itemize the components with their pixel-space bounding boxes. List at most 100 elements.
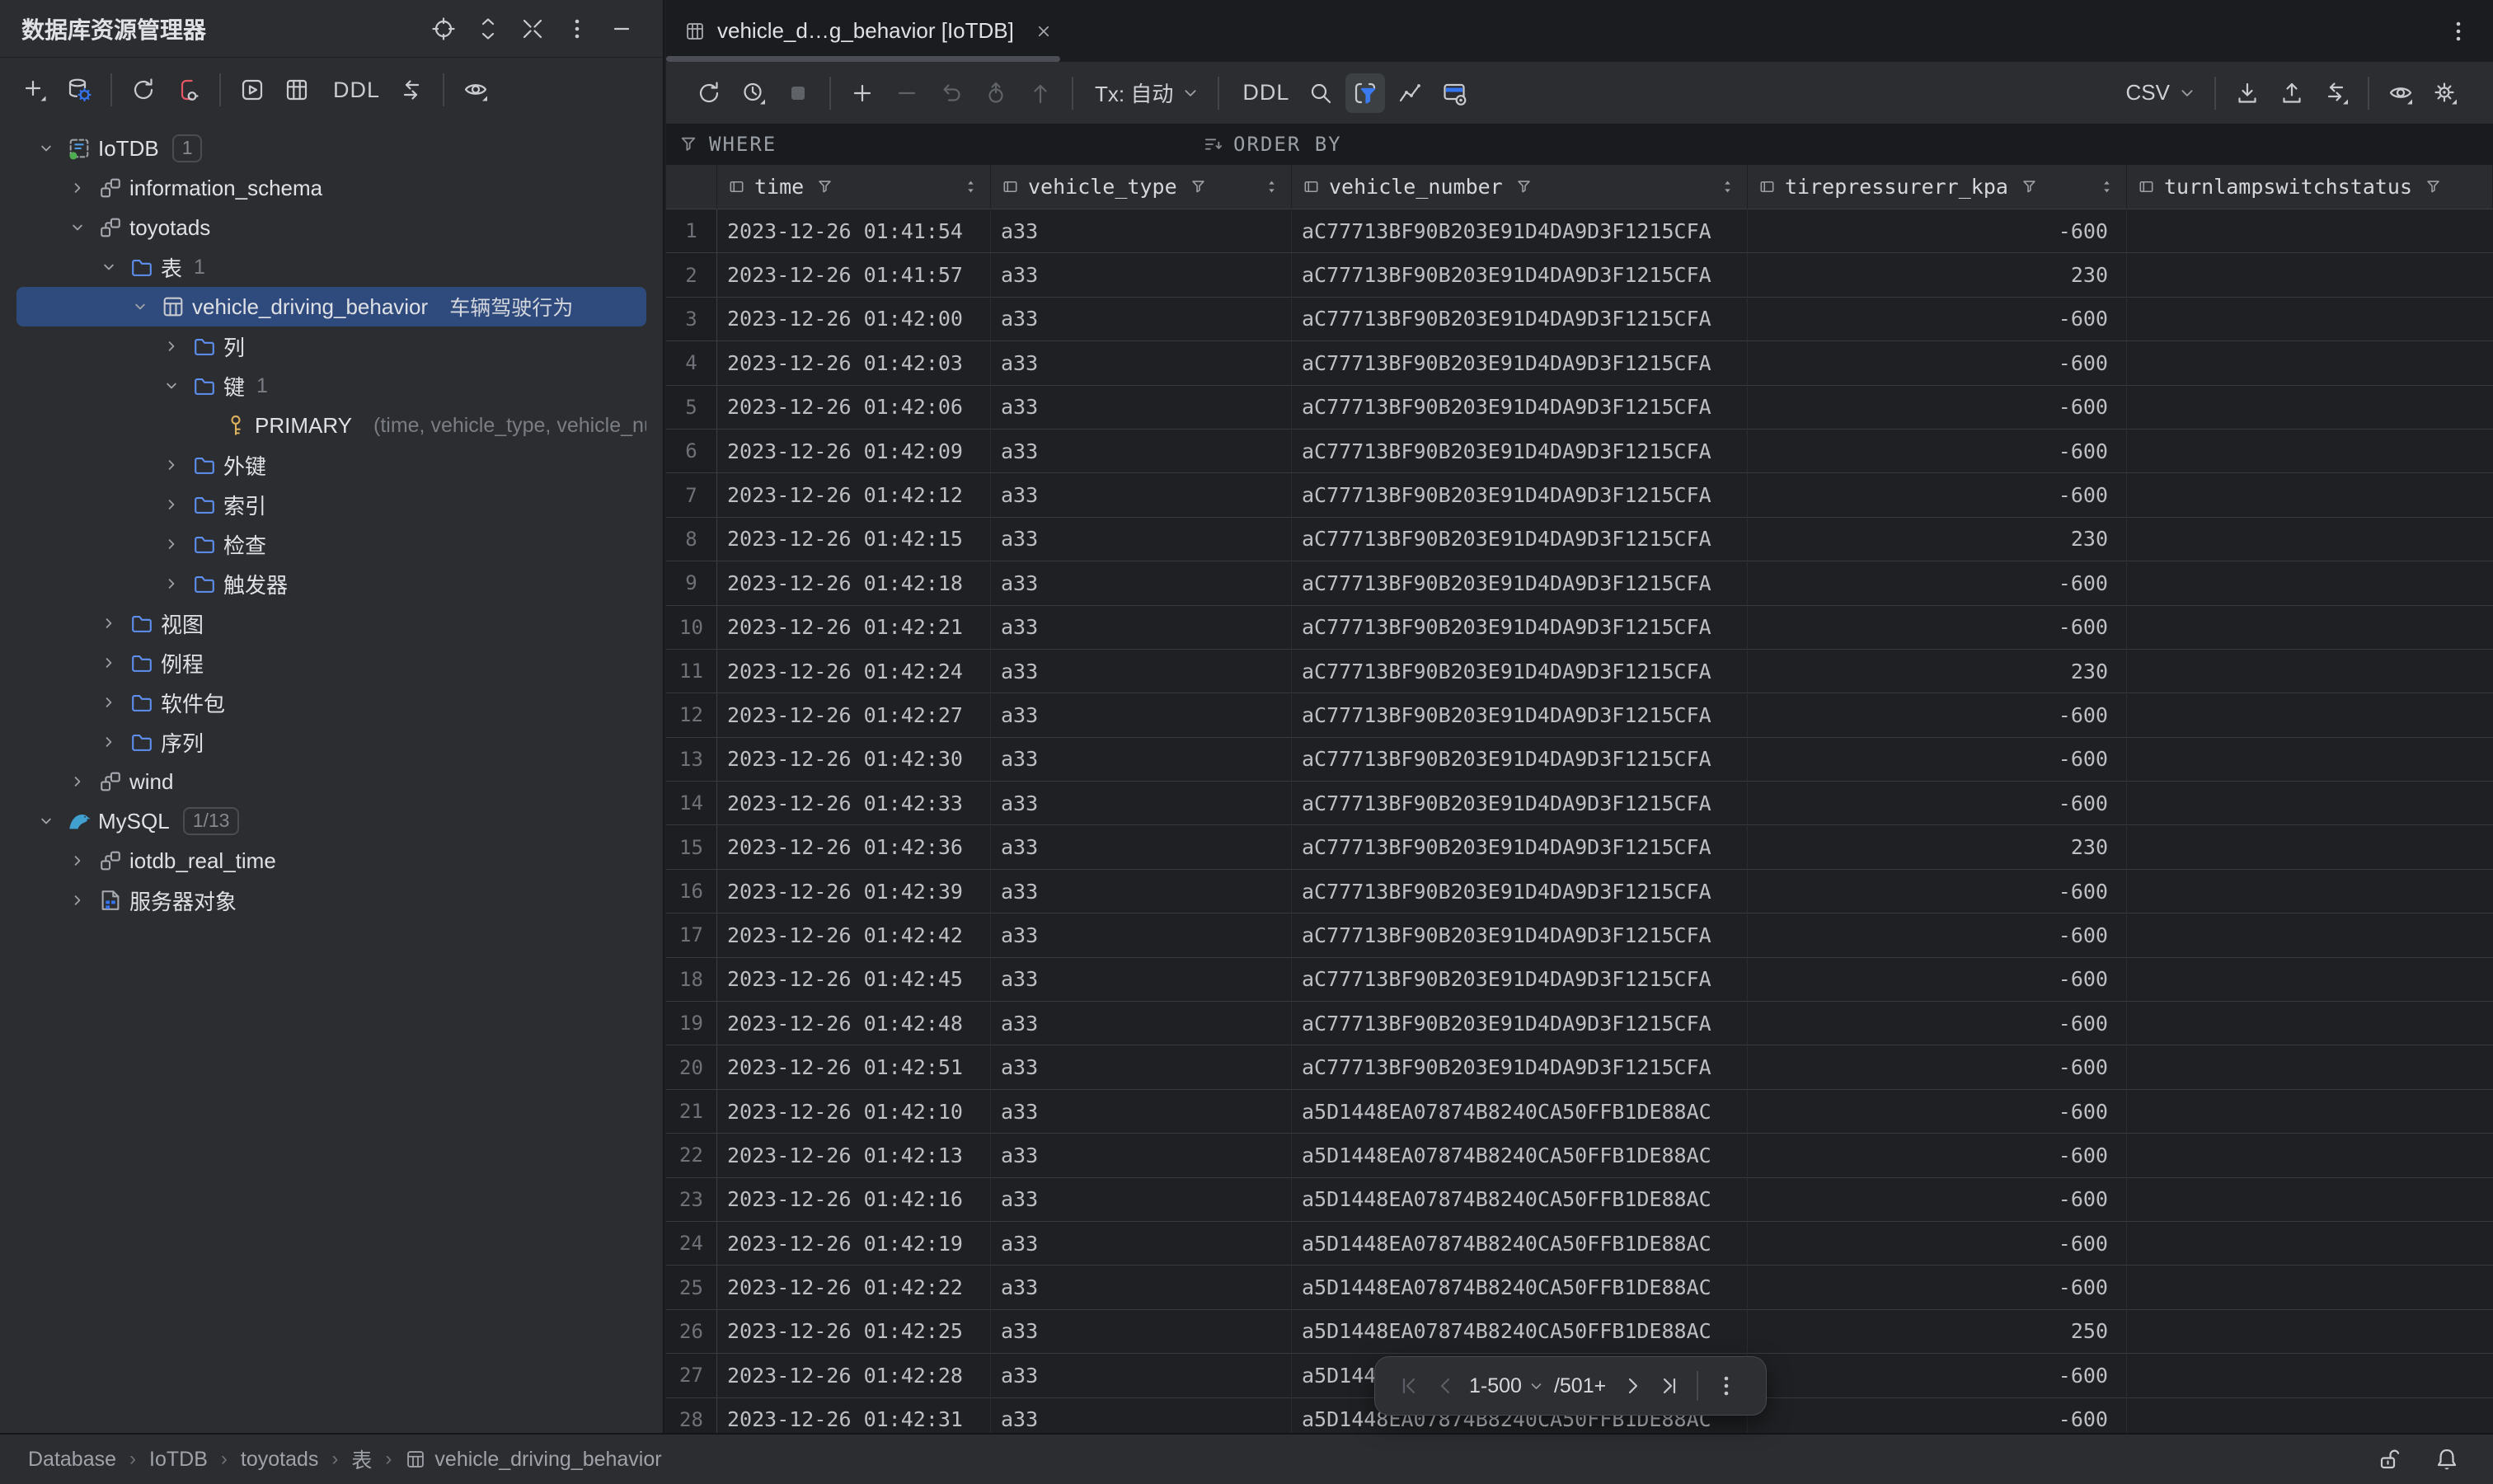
cell-vehicle-number[interactable]: aC77713BF90B203E91D4DA9D3F1215CFA — [1292, 913, 1748, 957]
chevron-right-icon[interactable] — [93, 652, 124, 674]
cell-turnlampswitchstatus[interactable] — [2127, 518, 2493, 561]
cell-vehicle-number[interactable]: a5D1448EA07874B8240CA50FFB1DE88AC — [1292, 1178, 1748, 1222]
breadcrumb-item[interactable]: vehicle_driving_behavior — [405, 1448, 661, 1472]
cell-tirepressurerr-kpa[interactable]: -600 — [1748, 782, 2127, 825]
tree-item-triggers[interactable]: 触发器 — [16, 564, 646, 603]
cell-tirepressurerr-kpa[interactable]: -600 — [1748, 738, 2127, 782]
cell-vehicle-type[interactable]: a33 — [991, 1002, 1292, 1045]
cell-vehicle-number[interactable]: aC77713BF90B203E91D4DA9D3F1215CFA — [1292, 870, 1748, 913]
cell-vehicle-type[interactable]: a33 — [991, 386, 1292, 430]
cell-vehicle-number[interactable]: aC77713BF90B203E91D4DA9D3F1215CFA — [1292, 606, 1748, 650]
cell-turnlampswitchstatus[interactable] — [2127, 386, 2493, 430]
cell-turnlampswitchstatus[interactable] — [2127, 782, 2493, 825]
cell-tirepressurerr-kpa[interactable]: 230 — [1748, 518, 2127, 561]
breadcrumb-item[interactable]: Database — [28, 1448, 116, 1472]
cell-vehicle-type[interactable]: a33 — [991, 518, 1292, 561]
row-number[interactable]: 23 — [666, 1178, 717, 1222]
cell-tirepressurerr-kpa[interactable]: -600 — [1748, 606, 2127, 650]
column-header-time[interactable]: time — [717, 165, 991, 209]
cell-tirepressurerr-kpa[interactable]: -600 — [1748, 561, 2127, 605]
cell-vehicle-type[interactable]: a33 — [991, 209, 1292, 253]
row-number[interactable]: 24 — [666, 1222, 717, 1266]
cell-vehicle-number[interactable]: aC77713BF90B203E91D4DA9D3F1215CFA — [1292, 958, 1748, 1002]
breadcrumb-item[interactable]: 表 — [351, 1444, 372, 1474]
grid-settings-button[interactable] — [1434, 73, 1474, 113]
cell-tirepressurerr-kpa[interactable]: -600 — [1748, 958, 2127, 1002]
tree-item-columns[interactable]: 列 — [16, 326, 646, 366]
chevron-right-icon[interactable] — [156, 336, 187, 357]
cell-tirepressurerr-kpa[interactable]: -600 — [1748, 386, 2127, 430]
cell-time[interactable]: 2023-12-26 01:42:10 — [717, 1090, 991, 1134]
cell-vehicle-number[interactable]: aC77713BF90B203E91D4DA9D3F1215CFA — [1292, 1045, 1748, 1089]
row-number[interactable]: 16 — [666, 870, 717, 913]
cell-tirepressurerr-kpa[interactable]: -600 — [1748, 1002, 2127, 1045]
cell-vehicle-type[interactable]: a33 — [991, 430, 1292, 473]
export-download-button[interactable] — [2228, 73, 2267, 113]
cell-vehicle-number[interactable]: aC77713BF90B203E91D4DA9D3F1215CFA — [1292, 518, 1748, 561]
cell-vehicle-number[interactable]: a5D1448EA07874B8240CA50FFB1DE88AC — [1292, 1266, 1748, 1309]
pagination-options-button[interactable] — [1708, 1368, 1744, 1404]
tree-item-checks[interactable]: 检查 — [16, 524, 646, 564]
cell-time[interactable]: 2023-12-26 01:42:03 — [717, 341, 991, 385]
cell-time[interactable]: 2023-12-26 01:42:28 — [717, 1354, 991, 1397]
notifications-button[interactable] — [2429, 1441, 2465, 1477]
cell-time[interactable]: 2023-12-26 01:42:15 — [717, 518, 991, 561]
row-number[interactable]: 13 — [666, 738, 717, 782]
tree-item-indexes[interactable]: 索引 — [16, 485, 646, 524]
cell-vehicle-number[interactable]: aC77713BF90B203E91D4DA9D3F1215CFA — [1292, 561, 1748, 605]
tree-item-foreign-keys[interactable]: 外键 — [16, 445, 646, 485]
first-page-button[interactable] — [1392, 1368, 1428, 1404]
row-number[interactable]: 12 — [666, 693, 717, 737]
tab-options-icon[interactable] — [2445, 18, 2472, 45]
chevron-down-icon[interactable] — [156, 375, 187, 397]
where-filter-field[interactable]: WHERE — [678, 124, 777, 165]
breadcrumb-item[interactable]: toyotads — [241, 1448, 319, 1472]
cell-turnlampswitchstatus[interactable] — [2127, 606, 2493, 650]
cell-time[interactable]: 2023-12-26 01:42:00 — [717, 298, 991, 341]
compare-button[interactable] — [392, 70, 431, 110]
tree-item-packages[interactable]: 软件包 — [16, 683, 646, 722]
row-number[interactable]: 20 — [666, 1045, 717, 1089]
delete-row-button[interactable] — [887, 73, 927, 113]
cell-time[interactable]: 2023-12-26 01:42:48 — [717, 1002, 991, 1045]
row-number[interactable]: 8 — [666, 518, 717, 561]
cell-vehicle-type[interactable]: a33 — [991, 473, 1292, 517]
lock-toggle-button[interactable] — [2371, 1441, 2407, 1477]
cell-tirepressurerr-kpa[interactable]: -600 — [1748, 209, 2127, 253]
cell-turnlampswitchstatus[interactable] — [2127, 1134, 2493, 1177]
filter-funnel-icon[interactable] — [1189, 177, 1208, 196]
cell-vehicle-type[interactable]: a33 — [991, 1222, 1292, 1266]
tree-item-server-objects[interactable]: 服务器对象 — [16, 881, 646, 920]
cell-vehicle-type[interactable]: a33 — [991, 298, 1292, 341]
cell-vehicle-type[interactable]: a33 — [991, 1045, 1292, 1089]
chevron-down-icon[interactable] — [31, 810, 62, 832]
cell-turnlampswitchstatus[interactable] — [2127, 1266, 2493, 1309]
row-number[interactable]: 10 — [666, 606, 717, 650]
cell-turnlampswitchstatus[interactable] — [2127, 693, 2493, 737]
cell-time[interactable]: 2023-12-26 01:42:42 — [717, 913, 991, 957]
ddl-button[interactable]: DDL — [322, 77, 392, 103]
tree-item-mysql[interactable]: MySQL1/13 — [16, 801, 646, 841]
search-button[interactable] — [1301, 73, 1340, 113]
row-number[interactable]: 6 — [666, 430, 717, 473]
cell-time[interactable]: 2023-12-26 01:42:22 — [717, 1266, 991, 1309]
row-number[interactable]: 9 — [666, 561, 717, 605]
cell-turnlampswitchstatus[interactable] — [2127, 1354, 2493, 1397]
row-number[interactable]: 19 — [666, 1002, 717, 1045]
chart-view-button[interactable] — [1390, 73, 1430, 113]
revert-button[interactable] — [932, 73, 971, 113]
cell-time[interactable]: 2023-12-26 01:42:25 — [717, 1310, 991, 1354]
cell-turnlampswitchstatus[interactable] — [2127, 958, 2493, 1002]
chevron-right-icon[interactable] — [156, 573, 187, 594]
chevron-right-icon[interactable] — [156, 533, 187, 555]
cell-tirepressurerr-kpa[interactable]: -600 — [1748, 1045, 2127, 1089]
row-number[interactable]: 15 — [666, 825, 717, 869]
cell-tirepressurerr-kpa[interactable]: -600 — [1748, 1134, 2127, 1177]
row-number[interactable]: 27 — [666, 1354, 717, 1397]
row-number[interactable]: 18 — [666, 958, 717, 1002]
tree-item-vehicle-driving-behavior[interactable]: vehicle_driving_behavior车辆驾驶行为 — [16, 287, 646, 326]
cell-tirepressurerr-kpa[interactable]: -600 — [1748, 1222, 2127, 1266]
chevron-down-icon[interactable] — [62, 217, 93, 238]
cell-turnlampswitchstatus[interactable] — [2127, 738, 2493, 782]
cell-time[interactable]: 2023-12-26 01:42:51 — [717, 1045, 991, 1089]
